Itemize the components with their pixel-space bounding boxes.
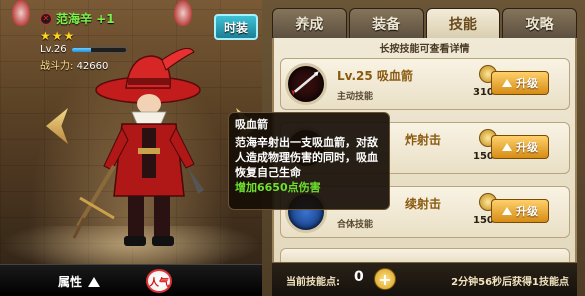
- skill-name: 炸射击: [405, 133, 442, 147]
- skill-point-timer: 2分钟56秒后获得1技能点: [451, 277, 569, 288]
- hero-level: Lv.26: [40, 44, 67, 55]
- arrow-up-icon: [502, 207, 512, 215]
- upgrade-label: 升级: [516, 141, 538, 154]
- hero-scene: ✕ 范海辛 +1 ★★★ Lv.26 战斗力: 42660: [0, 0, 262, 296]
- lantern-decoration: [10, 0, 32, 30]
- upgrade-button[interactable]: 升级: [491, 71, 549, 95]
- tab-cultivate[interactable]: 养成: [272, 8, 347, 38]
- lantern-decoration: [172, 0, 194, 30]
- tooltip-effect: 增加6650点伤害: [235, 181, 321, 194]
- skill-points-bar: 当前技能点: 0 + 2分钟56秒后获得1技能点: [272, 262, 577, 296]
- upgrade-button[interactable]: 升级: [491, 199, 549, 223]
- tooltip-description: 范海辛射出一支吸血箭，对敌人造成物理伤害的同时，吸血恢复自己生命: [235, 136, 378, 179]
- power-label: 战斗力:: [40, 61, 74, 72]
- skill-row[interactable]: [280, 248, 570, 262]
- skill-hint: 长按技能可查看详情: [379, 44, 470, 55]
- skill-points-label: 当前技能点:: [286, 277, 340, 288]
- arrow-up-icon: [502, 143, 512, 151]
- upgrade-label: 升级: [516, 77, 538, 90]
- attribute-label: 属性: [58, 275, 83, 289]
- tab-skills[interactable]: 技能: [425, 8, 501, 38]
- skill-name: Lv.25 吸血箭: [337, 69, 413, 83]
- tab-guide[interactable]: 攻略: [502, 8, 577, 38]
- crossed-swords-icon: ✕: [40, 12, 52, 25]
- skill-tooltip: 吸血箭 范海辛射出一支吸血箭，对敌人造成物理伤害的同时，吸血恢复自己生命 增加6…: [228, 112, 390, 210]
- skill-type: 主动技能: [337, 92, 374, 102]
- plus-icon[interactable]: +: [374, 268, 396, 290]
- popularity-button[interactable]: 人气: [146, 269, 172, 293]
- skill-type: 合体技能: [337, 220, 374, 230]
- skill-row[interactable]: Lv.25 吸血箭 主动技能 3100 升级: [280, 58, 570, 110]
- upgrade-label: 升级: [516, 205, 538, 218]
- tab-equipment[interactable]: 装备: [348, 8, 424, 38]
- arrow-up-icon: [502, 79, 512, 87]
- popularity-label: 人气: [149, 277, 169, 289]
- hero-character: [72, 48, 204, 246]
- tab-bar: 养成 装备 技能 攻略: [272, 8, 577, 38]
- attribute-toggle[interactable]: 属性: [58, 273, 101, 290]
- triangle-up-icon: [88, 276, 101, 287]
- upgrade-button[interactable]: 升级: [491, 135, 549, 159]
- tooltip-title: 吸血箭: [235, 118, 268, 131]
- blood-arrow-skill-icon[interactable]: [285, 63, 327, 105]
- fashion-button[interactable]: 时装: [214, 14, 258, 40]
- hero-name: 范海辛 +1: [56, 12, 115, 26]
- skill-name: 续射击: [405, 197, 442, 211]
- hero-stars: ★★★: [40, 29, 76, 43]
- attribute-bar: 属性 人气: [0, 264, 262, 296]
- skill-points-value: 0: [354, 269, 364, 285]
